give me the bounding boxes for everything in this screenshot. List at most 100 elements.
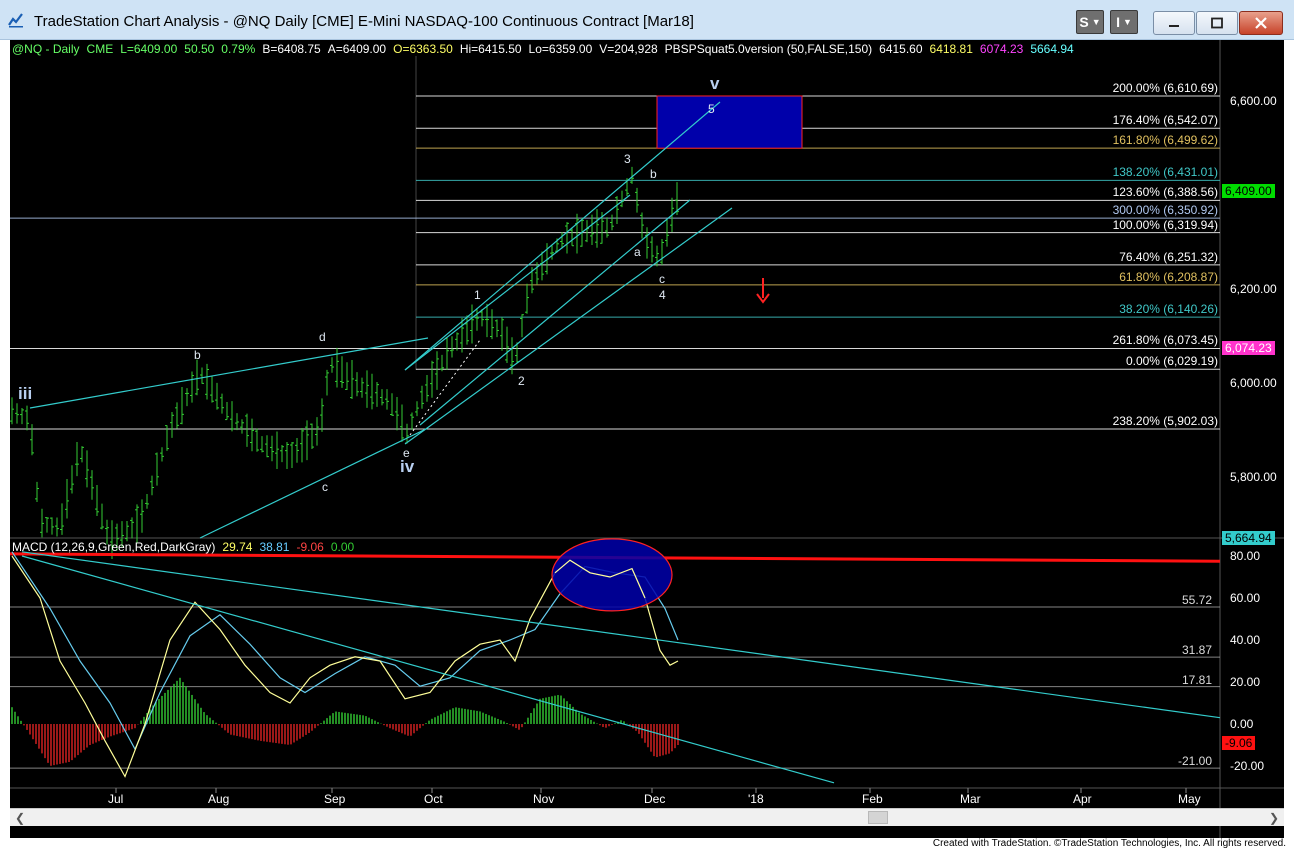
maximize-icon [1211, 17, 1223, 29]
price-chart[interactable] [10, 40, 1284, 838]
quote-header: @NQ - Daily CME L=6409.00 50.50 0.79% B=6408.… [12, 42, 1088, 56]
macd-axis-tick: 40.00 [1230, 633, 1261, 647]
fib-level-label: 0.00% (6,029.19) [1125, 354, 1218, 369]
time-axis-label: May [1178, 792, 1201, 806]
fib-level-label: 161.80% (6,499.62) [1112, 133, 1218, 148]
high-price: Hi=6415.50 [459, 42, 522, 56]
scroll-right-icon[interactable]: ❯ [1266, 810, 1282, 826]
horizontal-scrollbar[interactable]: ❮ ❯ [10, 808, 1284, 826]
bid-price: B=6408.75 [262, 42, 321, 56]
time-axis-label: '18 [748, 792, 764, 806]
macd-header: MACD (12,26,9,Green,Red,DarkGray) 29.74 38… [12, 540, 361, 554]
macd-axis-tick: 80.00 [1230, 549, 1261, 563]
zero-value: 0.00 [330, 540, 355, 554]
fib-level-label: 176.40% (6,542.07) [1112, 113, 1218, 128]
price-axis-tick: 6,000.00 [1230, 376, 1277, 390]
chevron-down-icon: ▼ [1122, 17, 1132, 27]
volume: V=204,928 [599, 42, 658, 56]
wave-label: c [322, 480, 328, 494]
fib-level-label: 76.40% (6,251.32) [1119, 249, 1218, 264]
scroll-thumb[interactable] [868, 811, 888, 824]
maximize-button[interactable] [1196, 11, 1238, 35]
macd-level-label: 17.81 [1181, 672, 1212, 687]
wave-label: 3 [624, 152, 631, 166]
wave-label: 1 [474, 288, 481, 302]
close-icon [1255, 17, 1267, 29]
wave-label: b [194, 348, 201, 362]
diff-value: -9.06 [296, 540, 324, 554]
s-dropdown-button[interactable]: S ▼ [1076, 10, 1104, 34]
price-axis-tick: 6,200.00 [1230, 282, 1277, 296]
window-title: TradeStation Chart Analysis - @NQ Daily … [34, 13, 694, 30]
i-dropdown-button[interactable]: I ▼ [1110, 10, 1138, 34]
macd-diff-marker: -9.06 [1222, 736, 1256, 751]
study-value: 6418.81 [929, 42, 973, 56]
wave-label: c [659, 272, 665, 286]
fib-level-label: 300.00% (6,350.92) [1112, 203, 1218, 218]
study-name: PBSPSquat5.0version (50,FALSE,150) [664, 42, 873, 56]
price-axis-tick: 6,600.00 [1230, 94, 1277, 108]
exchange-label: CME [86, 42, 114, 56]
fib-level-label: 200.00% (6,610.69) [1112, 80, 1218, 95]
fib-level-label: 100.00% (6,319.94) [1112, 217, 1218, 232]
wave-label: d [319, 330, 326, 344]
macd-top-highlight [551, 538, 673, 612]
last-price: L=6409.00 [120, 42, 178, 56]
macd-trendline [21, 555, 835, 784]
chart-window[interactable]: @NQ - Daily CME L=6409.00 50.50 0.79% B=6408.… [10, 40, 1284, 838]
net-change: 50.50 [184, 42, 215, 56]
title-bar: TradeStation Chart Analysis - @NQ Daily … [0, 0, 1294, 40]
fib-level-label: 138.20% (6,431.01) [1112, 165, 1218, 180]
symbol-label: @NQ - Daily [12, 42, 80, 56]
trendline [199, 427, 429, 539]
ask-price: A=6409.00 [327, 42, 387, 56]
s-button-label: S [1079, 14, 1089, 30]
scroll-left-icon[interactable]: ❮ [12, 810, 28, 826]
trendline [419, 199, 691, 426]
time-axis-label: Oct [424, 792, 443, 806]
minimize-button[interactable] [1153, 11, 1195, 35]
macd-axis-tick: 60.00 [1230, 591, 1261, 605]
macd-axis-tick: -20.00 [1230, 759, 1265, 773]
minimize-icon [1169, 25, 1179, 27]
macd-axis-tick: 20.00 [1230, 675, 1261, 689]
wave-label: 5 [708, 102, 715, 116]
macd-level-label: -21.00 [1177, 754, 1212, 769]
time-axis-label: Apr [1073, 792, 1092, 806]
fib-level-label: 123.60% (6,388.56) [1112, 185, 1218, 200]
last-price-marker: 6,409.00 [1222, 183, 1275, 198]
study-value: 5664.94 [1030, 42, 1074, 56]
study-value: 6415.60 [879, 42, 923, 56]
wave-label: a [634, 245, 641, 259]
study-values: 6415.60 6418.81 6074.23 5664.94 [879, 42, 1081, 56]
macd-value: 29.74 [222, 540, 253, 554]
i-button-label: I [1116, 14, 1120, 30]
macd-title: MACD (12,26,9,Green,Red,DarkGray) [12, 540, 216, 554]
chevron-down-icon: ▼ [1091, 17, 1101, 27]
wave-label: iv [400, 457, 415, 476]
study-price-marker: 6,074.23 [1222, 341, 1275, 356]
dotted-channel-line [409, 339, 481, 436]
time-axis-label: Dec [644, 792, 666, 806]
signal-value: 38.81 [259, 540, 290, 554]
wave-v-target-box [656, 95, 803, 149]
macd-level-label: 55.72 [1181, 592, 1212, 607]
fib-level-label: 261.80% (6,073.45) [1112, 333, 1218, 348]
time-axis-label: Feb [862, 792, 883, 806]
tradestation-app-icon [8, 13, 23, 28]
wave-label: v [710, 74, 720, 93]
time-axis-label: Aug [208, 792, 230, 806]
study-value: 6074.23 [979, 42, 1024, 56]
fib-level-label: 238.20% (5,902.03) [1112, 414, 1218, 429]
close-button[interactable] [1239, 11, 1283, 35]
price-axis-tick: 5,800.00 [1230, 470, 1277, 484]
low-price: Lo=6359.00 [528, 42, 593, 56]
fib-level-label: 61.80% (6,208.87) [1119, 269, 1218, 284]
fib-level-label: 38.20% (6,140.26) [1119, 302, 1218, 317]
macd-axis-tick: 0.00 [1230, 717, 1254, 731]
copyright-footer: Created with TradeStation. ©TradeStation… [932, 838, 1286, 849]
open-price: O=6363.50 [393, 42, 453, 56]
time-axis-label: Sep [324, 792, 346, 806]
low-price-marker: 5,664.94 [1222, 531, 1275, 545]
wave-label: iii [18, 384, 33, 403]
